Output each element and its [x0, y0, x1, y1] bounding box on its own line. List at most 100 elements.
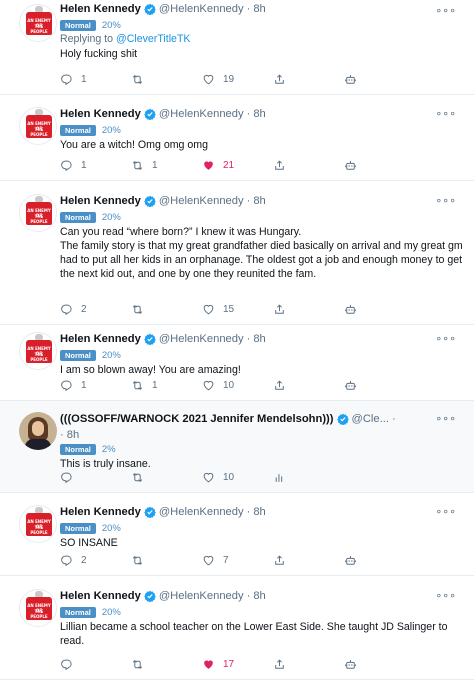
- analytics-button[interactable]: [273, 471, 344, 484]
- avatar[interactable]: AN ENEMY OF THE PEOPLE: [19, 4, 57, 42]
- tweet-text-paragraph: You are a witch! Omg omg omg: [60, 139, 208, 151]
- reply-button[interactable]: 1: [60, 379, 131, 392]
- retweet-button[interactable]: [131, 658, 202, 671]
- more-icon[interactable]: ∘∘∘: [435, 505, 456, 518]
- share-button[interactable]: [273, 379, 344, 392]
- retweet-count: 1: [152, 379, 158, 391]
- tweet[interactable]: AN ENEMY OF THE PEOPLE Helen Kennedy @Helen…: [0, 95, 474, 181]
- status-badge: Normal: [60, 124, 96, 136]
- reply-button[interactable]: [60, 471, 131, 484]
- timestamp[interactable]: 8h: [67, 429, 79, 441]
- like-button[interactable]: 10: [202, 379, 273, 392]
- more-icon[interactable]: ∘∘∘: [435, 332, 456, 345]
- user-handle[interactable]: @HelenKennedy: [159, 3, 244, 15]
- like-icon: [202, 73, 215, 86]
- timestamp[interactable]: 8h: [253, 108, 265, 120]
- reply-button[interactable]: [60, 658, 131, 671]
- reply-icon: [60, 159, 73, 172]
- bot-detector-button[interactable]: [344, 303, 415, 316]
- display-name[interactable]: Helen Kennedy: [60, 108, 141, 120]
- user-handle[interactable]: @HelenKennedy: [159, 108, 244, 120]
- retweet-button[interactable]: [131, 73, 202, 86]
- reply-count: 2: [81, 554, 87, 566]
- more-icon[interactable]: ∘∘∘: [435, 412, 456, 425]
- avatar[interactable]: AN ENEMY OF THE PEOPLE: [19, 194, 57, 232]
- bot-detector-button[interactable]: [344, 658, 415, 671]
- analytics-icon: [273, 471, 286, 484]
- display-name[interactable]: Helen Kennedy: [60, 590, 141, 602]
- timestamp[interactable]: 8h: [253, 333, 265, 345]
- display-name[interactable]: (((OSSOFF/WARNOCK 2021 Jennifer Mendelso…: [60, 413, 334, 425]
- retweet-button[interactable]: [131, 303, 202, 316]
- bot-detector-button[interactable]: [344, 379, 415, 392]
- like-button[interactable]: 21: [202, 159, 273, 172]
- reply-button[interactable]: 1: [60, 159, 131, 172]
- more-icon[interactable]: ∘∘∘: [435, 194, 456, 207]
- tweet[interactable]: AN ENEMY OF THE PEOPLE Helen Kennedy @Helen…: [0, 181, 474, 325]
- bot-detector-button[interactable]: [344, 554, 415, 567]
- avatar[interactable]: AN ENEMY OF THE PEOPLE: [19, 332, 57, 370]
- more-icon[interactable]: ∘∘∘: [435, 4, 456, 17]
- tweet-text-paragraph: Can you read “where born?” I knew it was…: [60, 226, 302, 238]
- like-count: 10: [223, 471, 235, 483]
- like-button[interactable]: 10: [202, 471, 273, 484]
- timestamp[interactable]: 8h: [253, 590, 265, 602]
- retweet-button[interactable]: [131, 471, 202, 484]
- tweet-header: Helen Kennedy @HelenKennedy · 8h: [60, 587, 466, 605]
- reply-count: 1: [81, 159, 87, 171]
- avatar[interactable]: AN ENEMY OF THE PEOPLE: [19, 505, 57, 543]
- avatar-shirt-text: THE PEOPLE: [30, 352, 48, 362]
- retweet-icon: [131, 159, 144, 172]
- like-button[interactable]: 19: [202, 73, 273, 86]
- share-button[interactable]: [273, 303, 344, 316]
- tweet-header: Helen Kennedy @HelenKennedy · 8h: [60, 105, 466, 123]
- display-name[interactable]: Helen Kennedy: [60, 506, 141, 518]
- tweet-header: Helen Kennedy @HelenKennedy · 8h: [60, 192, 466, 210]
- like-button[interactable]: 7: [202, 554, 273, 567]
- mention-link[interactable]: @CleverTitleTK: [116, 33, 191, 45]
- tweet[interactable]: (((OSSOFF/WARNOCK 2021 Jennifer Mendelso…: [0, 401, 474, 493]
- user-handle[interactable]: @HelenKennedy: [159, 333, 244, 345]
- timestamp[interactable]: 8h: [253, 3, 265, 15]
- more-icon[interactable]: ∘∘∘: [435, 589, 456, 602]
- verified-badge-icon: [144, 506, 156, 518]
- like-count: 17: [223, 658, 235, 670]
- tweet-header: Helen Kennedy @HelenKennedy · 8h: [60, 0, 466, 18]
- share-button[interactable]: [273, 554, 344, 567]
- user-handle[interactable]: @HelenKennedy: [159, 195, 244, 207]
- more-icon[interactable]: ∘∘∘: [435, 107, 456, 120]
- user-handle[interactable]: @HelenKennedy: [159, 590, 244, 602]
- separator-dot: ·: [246, 108, 251, 120]
- share-button[interactable]: [273, 159, 344, 172]
- tweet[interactable]: AN ENEMY OF THE PEOPLE Helen Kennedy @Helen…: [0, 325, 474, 401]
- retweet-button[interactable]: 1: [131, 379, 202, 392]
- bot-detector-icon: [344, 159, 357, 172]
- user-handle[interactable]: @HelenKennedy: [159, 506, 244, 518]
- display-name[interactable]: Helen Kennedy: [60, 333, 141, 345]
- reply-button[interactable]: 2: [60, 303, 131, 316]
- reply-button[interactable]: 1: [60, 73, 131, 86]
- display-name[interactable]: Helen Kennedy: [60, 195, 141, 207]
- retweet-button[interactable]: [131, 554, 202, 567]
- bot-detector-button[interactable]: [344, 73, 415, 86]
- timestamp[interactable]: 8h: [253, 195, 265, 207]
- tweet-text-paragraph: Lillian became a school teacher on the L…: [60, 621, 448, 647]
- like-button[interactable]: 15: [202, 303, 273, 316]
- reply-button[interactable]: 2: [60, 554, 131, 567]
- avatar[interactable]: AN ENEMY OF THE PEOPLE: [19, 589, 57, 627]
- avatar[interactable]: AN ENEMY OF THE PEOPLE: [19, 107, 57, 145]
- share-button[interactable]: [273, 658, 344, 671]
- bot-score-row: Normal 20%: [60, 18, 466, 32]
- bot-detector-button[interactable]: [344, 159, 415, 172]
- timestamp[interactable]: 8h: [253, 506, 265, 518]
- avatar[interactable]: [19, 412, 57, 450]
- retweet-button[interactable]: 1: [131, 159, 202, 172]
- user-handle[interactable]: @Cle...: [352, 413, 389, 425]
- tweet[interactable]: AN ENEMY OF THE PEOPLE Helen Kennedy @Helen…: [0, 576, 474, 680]
- like-button[interactable]: 17: [202, 658, 273, 671]
- display-name[interactable]: Helen Kennedy: [60, 3, 141, 15]
- tweet[interactable]: AN ENEMY OF THE PEOPLE Helen Kennedy @Helen…: [0, 0, 474, 95]
- tweet-actions: 1 1 21: [60, 154, 415, 176]
- tweet[interactable]: AN ENEMY OF THE PEOPLE Helen Kennedy @Helen…: [0, 493, 474, 576]
- share-button[interactable]: [273, 73, 344, 86]
